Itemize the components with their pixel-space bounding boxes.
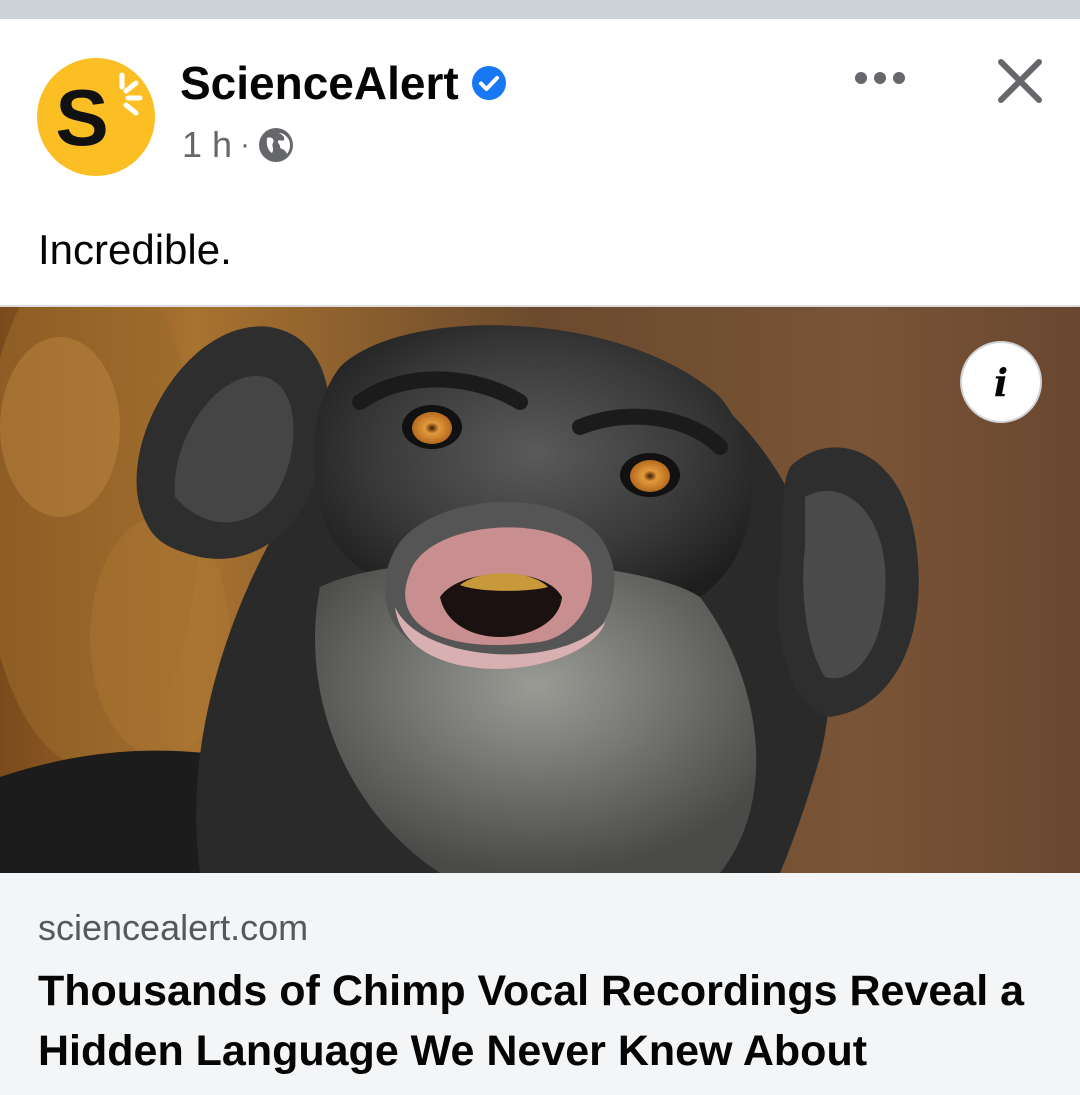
link-headline[interactable]: Thousands of Chimp Vocal Recordings Reve…: [38, 961, 1048, 1081]
more-options-icon[interactable]: [852, 61, 908, 95]
avatar[interactable]: S: [36, 57, 156, 177]
close-icon[interactable]: [994, 55, 1046, 107]
page-name-text[interactable]: ScienceAlert: [180, 57, 459, 109]
link-domain: sciencealert.com: [38, 907, 309, 948]
link-preview-card[interactable]: sciencealert.com Thousands of Chimp Voca…: [0, 873, 1080, 1095]
post-caption: Incredible.: [38, 226, 232, 273]
info-icon: i: [993, 359, 1009, 405]
svg-text:S: S: [55, 73, 108, 162]
globe-icon: [259, 128, 294, 162]
top-strip: [0, 0, 1080, 19]
meta-separator: ·: [240, 128, 251, 161]
post-meta: 1 h ·: [182, 123, 294, 167]
page-name[interactable]: ScienceAlert: [180, 57, 507, 109]
info-button[interactable]: i: [960, 341, 1042, 423]
verified-badge-icon: [471, 66, 506, 100]
chimpanzee-photo[interactable]: [0, 307, 1080, 873]
post-header: S ScienceAlert 1 h ·: [0, 19, 1080, 209]
post-timestamp[interactable]: 1 h: [182, 123, 232, 167]
